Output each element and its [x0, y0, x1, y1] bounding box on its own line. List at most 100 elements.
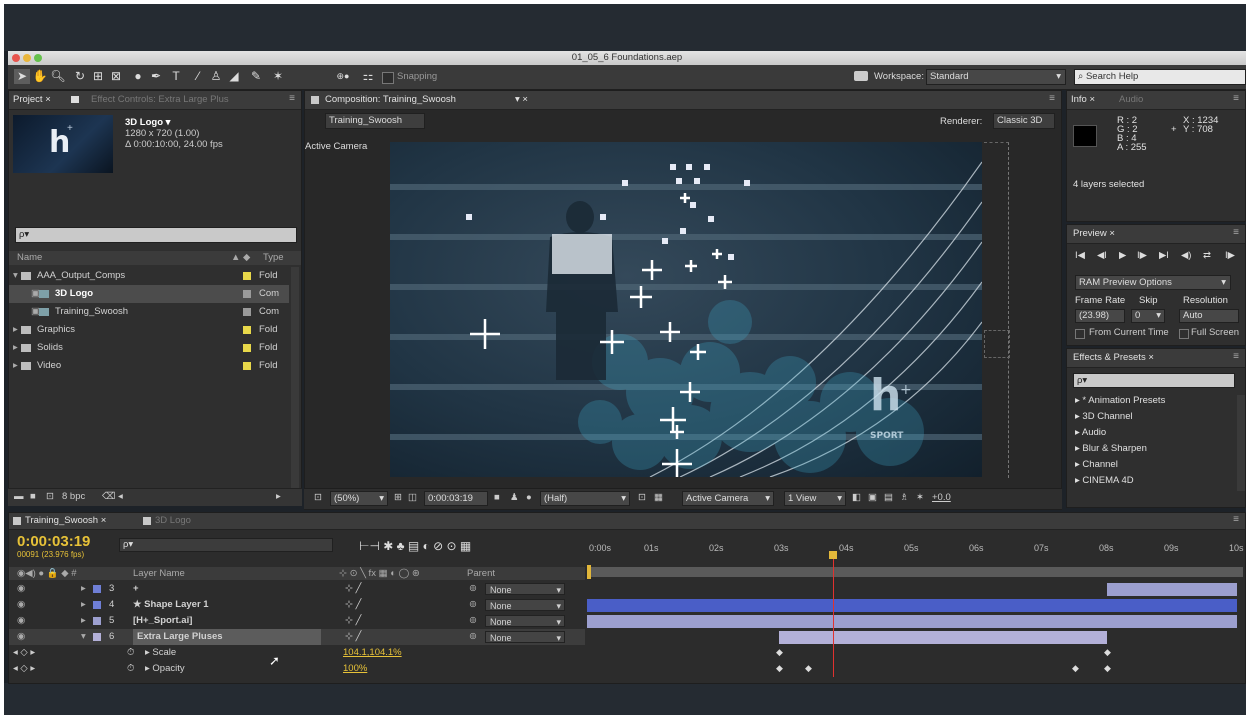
full-screen-checkbox[interactable] — [1179, 329, 1189, 339]
timeline-search-input[interactable]: ρ▾ — [119, 538, 333, 552]
always-preview-icon[interactable]: ⊡ — [314, 492, 322, 503]
resolution-dropdown[interactable]: (Half) ▾ — [540, 491, 630, 506]
layer-label-swatch[interactable] — [93, 617, 101, 625]
keyframe-icon[interactable]: ◆ — [776, 647, 783, 658]
comp-panel-menu-icon[interactable]: ≡ — [1049, 93, 1055, 104]
parent-dropdown[interactable]: None ▾ — [485, 599, 565, 611]
effects-scrollbar[interactable] — [1237, 395, 1245, 491]
orbit-camera-icon[interactable]: ⊞ — [90, 69, 106, 84]
reset-exposure-icon[interactable]: ✶ — [916, 492, 924, 503]
project-search-input[interactable]: ρ▾ — [15, 227, 297, 243]
keyframe-navigator-icon[interactable]: ◂ ◇ ▸ — [13, 645, 35, 661]
visibility-eye-icon[interactable]: ◉ — [17, 581, 25, 597]
layer-switches-icons[interactable]: ⊹ ╱ — [345, 613, 361, 629]
stopwatch-icon[interactable]: ⏱ — [127, 661, 134, 677]
clone-stamp-icon[interactable]: ♙ — [208, 69, 224, 84]
play-icon[interactable]: ▶ — [1119, 250, 1126, 261]
property-value[interactable]: 100% — [343, 661, 367, 677]
transparency-grid-icon[interactable]: ▦ — [654, 492, 663, 503]
axis-mode-icon[interactable]: ⚏ — [360, 69, 376, 84]
visibility-eye-icon[interactable]: ◉ — [17, 613, 25, 629]
minimize-window-button[interactable] — [23, 54, 31, 62]
selected-item-name[interactable]: 3D Logo ▾ — [125, 117, 170, 128]
effects-category-item[interactable]: ▸ CINEMA 4D — [1075, 475, 1134, 486]
keyframe-icon[interactable]: ◆ — [1072, 663, 1079, 674]
disclosure-triangle-icon[interactable]: ▸ — [13, 321, 18, 339]
label-color-swatch[interactable] — [243, 344, 251, 352]
tab-training-swoosh[interactable]: Training_Swoosh × — [25, 515, 106, 526]
layer-row[interactable]: ◉ ▾ 6 Extra Large Pluses ⊹ ╱ ⊚ None ▾ — [9, 629, 585, 645]
pick-whip-icon[interactable]: ⊚ — [469, 613, 477, 629]
layer-switches-icons[interactable]: ⊹ ╱ — [345, 597, 361, 613]
new-folder-icon[interactable]: ■ — [30, 491, 36, 502]
workspace-dropdown[interactable]: Standard ▾ — [926, 69, 1066, 85]
playhead-handle-icon[interactable] — [829, 551, 837, 559]
last-frame-icon[interactable]: ▶I — [1159, 250, 1169, 261]
comp-viewer[interactable]: h + SPORT — [390, 142, 982, 477]
column-layer-name[interactable]: Layer Name — [133, 568, 185, 579]
property-row[interactable]: ◂ ◇ ▸ ⏱ ▸ Scale 104.1,104.1% — [9, 645, 585, 661]
timeline-timecode[interactable]: 0:00:03:19 — [17, 533, 90, 550]
zoom-window-button[interactable] — [34, 54, 42, 62]
flowchart-icon[interactable]: ♗ — [900, 492, 909, 503]
keyframe-icon[interactable]: ◆ — [805, 663, 812, 674]
project-scrollbar[interactable] — [291, 267, 299, 489]
layer-row[interactable]: ◉ ▸ 3 + ⊹ ╱ ⊚ None ▾ — [9, 581, 585, 597]
timeline-menu-icon[interactable]: ≡ — [1233, 514, 1239, 525]
column-parent[interactable]: Parent — [467, 568, 495, 579]
layer-switches-icons[interactable]: ⊹ ╱ — [345, 629, 361, 645]
project-list-item[interactable]: ▣ Training_Swoosh Com — [9, 303, 289, 321]
layer-label-swatch[interactable] — [93, 585, 101, 593]
visibility-eye-icon[interactable]: ◉ — [17, 629, 25, 645]
pen-tool-icon[interactable]: ✒ — [148, 69, 164, 84]
eraser-tool-icon[interactable]: ◢ — [226, 69, 242, 84]
interpret-footage-icon[interactable]: ▬ — [14, 491, 24, 502]
keyframe-navigator-icon[interactable]: ◂ ◇ ▸ — [13, 661, 35, 677]
column-name[interactable]: Name — [17, 252, 42, 263]
project-flow-icon[interactable] — [71, 96, 79, 103]
region-of-interest-icon[interactable]: ⊡ — [638, 492, 646, 503]
disclosure-triangle-icon[interactable]: ▾ — [81, 629, 86, 645]
effects-panel-menu-icon[interactable]: ≡ — [1233, 351, 1239, 362]
project-list-item[interactable]: ▸ Video Fold — [9, 357, 289, 375]
next-frame-icon[interactable]: I▶ — [1137, 250, 1147, 261]
toggle-pixel-aspect-icon[interactable]: ◧ — [852, 492, 861, 503]
disclosure-triangle-icon[interactable]: ▸ — [81, 613, 86, 629]
work-area-bar[interactable] — [587, 567, 1243, 577]
layer-name[interactable]: [H+_Sport.ai] — [133, 613, 192, 629]
snapping-checkbox[interactable] — [382, 72, 394, 84]
first-frame-icon[interactable]: I◀ — [1075, 250, 1085, 261]
pick-whip-icon[interactable]: ⊚ — [469, 597, 477, 613]
parent-dropdown[interactable]: None ▾ — [485, 615, 565, 627]
property-row[interactable]: ◂ ◇ ▸ ⏱ ▸ Opacity 100% — [9, 661, 585, 677]
project-list-item[interactable]: ▸ Graphics Fold — [9, 321, 289, 339]
local-axis-icon[interactable]: ⊕● — [328, 69, 358, 84]
effects-category-item[interactable]: ▸ 3D Channel — [1075, 411, 1133, 422]
roto-brush-icon[interactable]: ✎ — [248, 69, 264, 84]
playhead[interactable] — [833, 553, 834, 677]
view-layout-dropdown[interactable]: 1 View ▾ — [784, 491, 846, 506]
layer-label-swatch[interactable] — [93, 601, 101, 609]
keyframe-icon[interactable]: ◆ — [1104, 663, 1111, 674]
zoom-tool-icon[interactable]: 🔍︎ — [50, 69, 66, 84]
rotate-tool-icon[interactable]: ↻ — [72, 69, 88, 84]
renderer-button[interactable]: Classic 3D — [993, 113, 1055, 129]
effects-category-item[interactable]: ▸ Channel — [1075, 459, 1118, 470]
keyframe-icon[interactable]: ◆ — [1104, 647, 1111, 658]
selection-tool-icon[interactable]: ➤ — [14, 69, 30, 84]
disclosure-triangle-icon[interactable]: ▸ — [1075, 427, 1082, 438]
tab-preview[interactable]: Preview × — [1073, 228, 1115, 239]
loop-icon[interactable]: ⇄ — [1203, 250, 1211, 261]
column-type[interactable]: Type — [263, 252, 284, 263]
project-list-item[interactable]: ▾ AAA_Output_Comps Fold — [9, 267, 289, 285]
scroll-right-icon[interactable]: ▸ — [276, 491, 281, 502]
work-area-start-handle[interactable] — [587, 565, 591, 579]
tab-audio[interactable]: Audio — [1119, 94, 1143, 105]
mask-visibility-icon[interactable]: ◫ — [408, 492, 417, 503]
comp-breadcrumb[interactable]: Training_Swoosh — [325, 113, 425, 129]
effects-search-input[interactable]: ρ▾ — [1073, 373, 1235, 388]
project-list-item[interactable]: ▣ 3D Logo Com — [9, 285, 289, 303]
search-help-input[interactable]: ⌕ Search Help — [1074, 69, 1246, 85]
layer-label-swatch[interactable] — [93, 633, 101, 641]
mute-audio-icon[interactable]: ◀) — [1181, 250, 1191, 261]
